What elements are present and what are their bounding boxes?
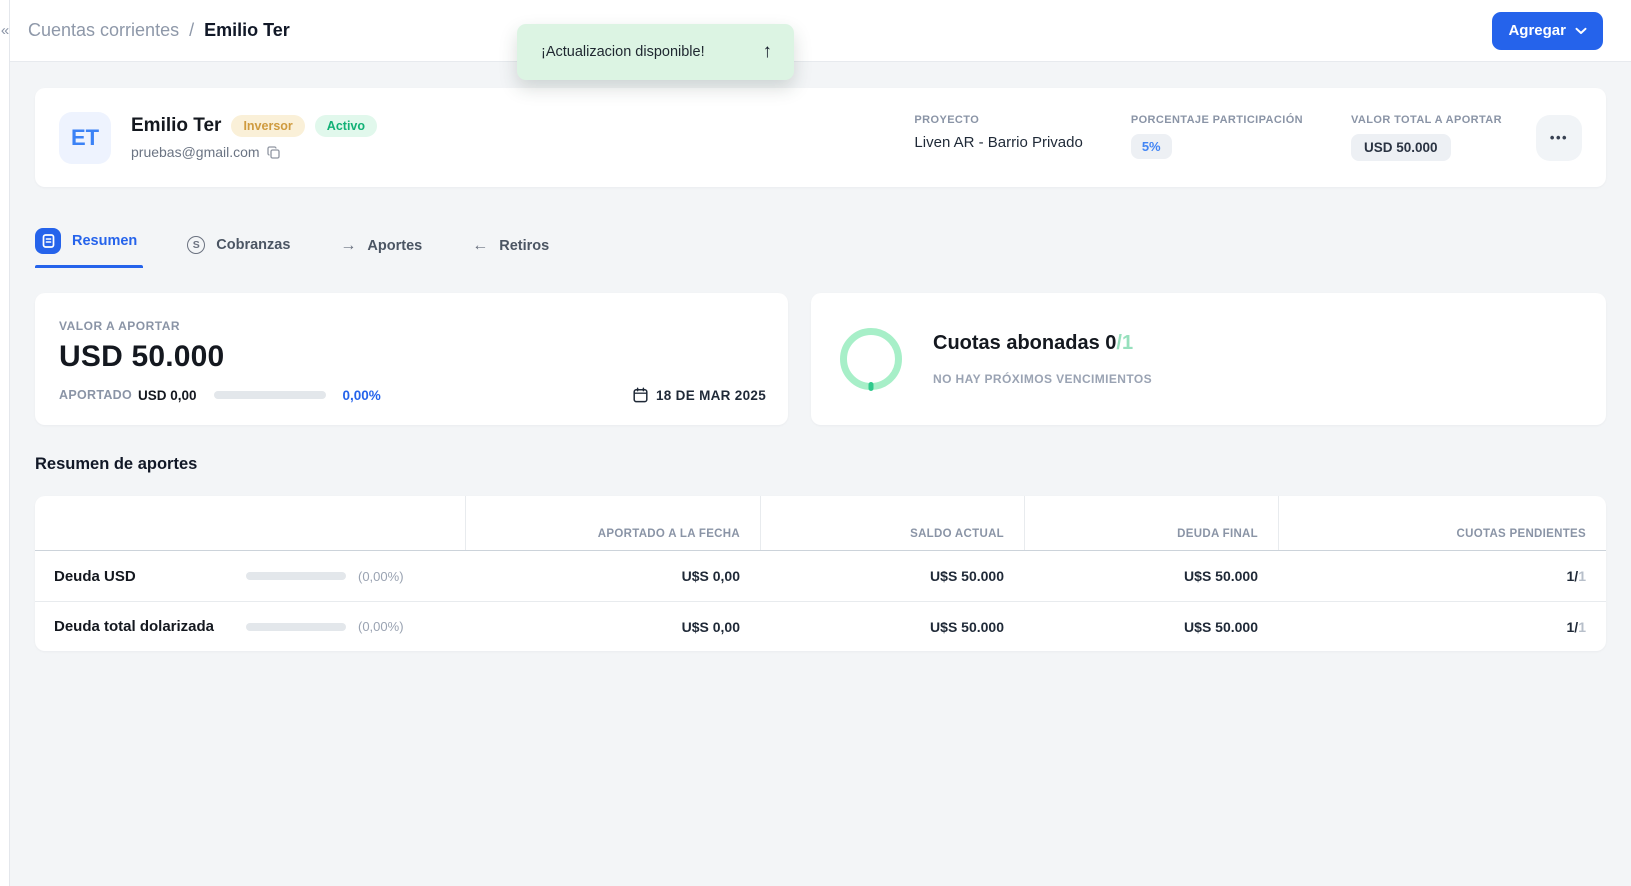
calendar-icon	[633, 387, 648, 403]
project-value: Liven AR - Barrio Privado	[914, 134, 1083, 151]
column-header-aportado: APORTADO A LA FECHA	[465, 496, 760, 550]
breadcrumb-separator: /	[189, 20, 195, 40]
cell-cuotas: 1/1	[1566, 618, 1586, 635]
breadcrumb-current: Emilio Ter	[204, 20, 290, 40]
date-selector[interactable]: 18 DE MAR 2025	[633, 387, 766, 403]
project-field: PROYECTO Liven AR - Barrio Privado	[914, 114, 1082, 151]
row-label: Deuda USD	[54, 567, 136, 585]
participation-badge: 5%	[1130, 134, 1172, 159]
valor-aportar-card: VALOR A APORTAR USD 50.000 APORTADO USD …	[35, 293, 788, 425]
document-icon	[35, 228, 61, 254]
cell-cuotas: 1/1	[1566, 568, 1586, 584]
aportes-table: APORTADO A LA FECHA SALDO ACTUAL DEUDA F…	[35, 496, 1606, 651]
investor-email: pruebas@gmail.com	[131, 144, 260, 160]
participation-field: PORCENTAJE PARTICIPACIÓN 5%	[1130, 114, 1303, 159]
aportado-percent: 0,00%	[342, 387, 381, 403]
update-toast[interactable]: ¡Actualizacion disponible! ↑	[517, 24, 794, 80]
valor-aportar-label: VALOR A APORTAR	[59, 319, 181, 333]
topbar: Cuentas corrientes / Emilio Ter Agregar	[10, 0, 1631, 62]
arrow-left-icon: ←	[472, 237, 489, 254]
tab-resumen-label: Resumen	[72, 233, 138, 249]
cuotas-total: /1	[1116, 332, 1134, 354]
aportado-progress-bar	[213, 391, 326, 399]
tab-aportes-label: Aportes	[367, 238, 423, 254]
table-row-deuda-total: Deuda total dolarizada (0,00%) U$S 0,00 …	[35, 601, 1606, 651]
date-value: 18 DE MAR 2025	[656, 387, 766, 403]
column-header-empty	[35, 496, 465, 550]
tab-aportes[interactable]: → Aportes	[340, 238, 422, 268]
breadcrumb-parent-link[interactable]: Cuentas corrientes	[28, 20, 179, 41]
aportado-label: APORTADO	[59, 388, 132, 402]
cuotas-abonadas-card: Cuotas abonadas 0/1 NO HAY PRÓXIMOS VENC…	[811, 293, 1606, 425]
tab-retiros-label: Retiros	[499, 238, 550, 254]
cell-saldo: U$S 50.000	[930, 618, 1004, 635]
agregar-button-label: Agregar	[1508, 22, 1566, 39]
total-aportar-field: VALOR TOTAL A APORTAR USD 50.000	[1351, 114, 1502, 161]
arrow-up-icon[interactable]: ↑	[763, 41, 773, 63]
vencimientos-subtitle: NO HAY PRÓXIMOS VENCIMIENTOS	[933, 372, 1153, 386]
participation-label: PORCENTAJE PARTICIPACIÓN	[1130, 114, 1303, 126]
row-progress-bar	[246, 622, 346, 631]
tab-cobranzas[interactable]: S Cobranzas	[187, 236, 290, 268]
cell-deuda: U$S 50.000	[1184, 618, 1258, 635]
column-header-cuotas: CUOTAS PENDIENTES	[1278, 496, 1606, 550]
role-badge: Inversor	[231, 115, 305, 137]
total-aportar-badge: USD 50.000	[1351, 134, 1451, 161]
column-header-saldo: SALDO ACTUAL	[760, 496, 1024, 550]
sidebar-collapse-icon[interactable]: «	[0, 20, 13, 42]
more-options-button[interactable]: •••	[1536, 114, 1582, 161]
aportado-value: USD 0,00	[138, 387, 197, 403]
tab-retiros[interactable]: ← Retiros	[472, 238, 549, 268]
cell-aportado: U$S 0,00	[681, 618, 740, 635]
table-header-row: APORTADO A LA FECHA SALDO ACTUAL DEUDA F…	[35, 496, 1606, 551]
arrow-right-icon: →	[340, 237, 357, 254]
row-label: Deuda total dolarizada	[54, 618, 215, 635]
total-aportar-label: VALOR TOTAL A APORTAR	[1351, 114, 1502, 126]
cuotas-title: Cuotas abonadas 0	[933, 332, 1117, 354]
toast-message: ¡Actualizacion disponible!	[541, 44, 705, 60]
collapsed-sidebar-rail: «	[0, 0, 10, 886]
tab-cobranzas-label: Cobranzas	[216, 237, 291, 253]
breadcrumb: Cuentas corrientes / Emilio Ter	[28, 20, 290, 41]
s-circle-icon: S	[187, 236, 206, 254]
row-percent: (0,00%)	[358, 619, 404, 634]
agregar-button[interactable]: Agregar	[1492, 11, 1603, 50]
cell-aportado: U$S 0,00	[681, 568, 740, 584]
row-percent: (0,00%)	[358, 568, 404, 584]
valor-aportar-amount: USD 50.000	[59, 340, 225, 373]
cell-deuda: U$S 50.000	[1184, 568, 1258, 584]
project-label: PROYECTO	[914, 114, 980, 126]
avatar: ET	[59, 111, 111, 164]
cell-saldo: U$S 50.000	[930, 568, 1004, 584]
tab-bar: Resumen S Cobranzas → Aportes ← Retiros	[35, 228, 1606, 268]
investor-profile-card: ET Emilio Ter Inversor Activo pruebas@gm…	[35, 88, 1606, 187]
cuotas-donut-chart	[840, 328, 902, 391]
table-row-deuda-usd: Deuda USD (0,00%) U$S 0,00 U$S 50.000 U$…	[35, 551, 1606, 601]
section-title-resumen-aportes: Resumen de aportes	[35, 455, 198, 473]
status-badge: Activo	[314, 115, 377, 137]
column-header-deuda: DEUDA FINAL	[1024, 496, 1278, 550]
investor-name: Emilio Ter	[131, 115, 222, 136]
tab-resumen[interactable]: Resumen	[35, 228, 144, 268]
chevron-down-icon	[1575, 27, 1587, 35]
copy-icon[interactable]	[266, 145, 280, 159]
row-progress-bar	[246, 572, 346, 580]
